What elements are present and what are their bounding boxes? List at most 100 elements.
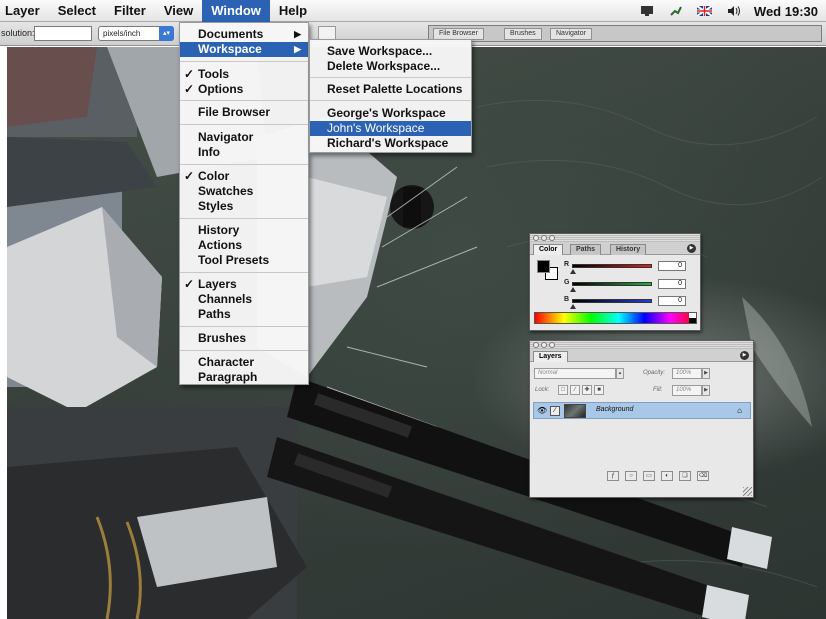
minimize-icon[interactable] xyxy=(541,235,547,241)
zoom-icon[interactable] xyxy=(549,235,555,241)
red-value-field[interactable]: 0 xyxy=(658,261,686,271)
new-layer-icon[interactable]: ❏ xyxy=(679,471,691,481)
adjustment-layer-icon[interactable]: ◐ xyxy=(661,471,673,481)
black-white-ramp[interactable] xyxy=(689,313,696,323)
blend-mode-select[interactable]: Normal xyxy=(534,368,616,379)
menu-clock[interactable]: Wed 19:30 xyxy=(754,4,818,19)
menu-item-options[interactable]: ✓ Options xyxy=(180,82,308,97)
menu-item-styles[interactable]: Styles xyxy=(180,199,308,214)
layer-thumbnail[interactable] xyxy=(564,404,586,418)
blue-slider-track[interactable] xyxy=(572,299,652,303)
color-spectrum-bar[interactable] xyxy=(534,312,697,324)
menu-window[interactable]: Window xyxy=(202,0,270,22)
menu-item-tool-presets[interactable]: Tool Presets xyxy=(180,253,308,268)
menu-item-color[interactable]: ✓ Color xyxy=(180,169,308,184)
menu-item-navigator[interactable]: Navigator xyxy=(180,130,308,145)
fill-arrow-icon[interactable]: ▶ xyxy=(702,385,710,396)
close-icon[interactable] xyxy=(533,342,539,348)
opacity-arrow-icon[interactable]: ▶ xyxy=(702,368,710,379)
resize-grip-icon[interactable] xyxy=(743,487,752,496)
layer-name[interactable]: Background xyxy=(596,406,633,413)
updown-arrows-icon[interactable]: ▴ xyxy=(616,368,624,379)
resolution-units-value: pixels/inch xyxy=(103,29,141,38)
menu-item-label: Documents xyxy=(198,27,264,41)
menu-item-paths[interactable]: Paths xyxy=(180,307,308,322)
menu-help[interactable]: Help xyxy=(270,0,316,22)
lock-brush-icon[interactable]: ∕ xyxy=(570,385,580,395)
lock-move-icon[interactable]: ✚ xyxy=(582,385,592,395)
palette-menu-arrow-icon[interactable]: ▶ xyxy=(687,244,696,253)
checkmark-icon: ✓ xyxy=(184,277,195,291)
opacity-field[interactable]: 100% xyxy=(672,368,702,379)
menu-item-save-workspace[interactable]: Save Workspace... xyxy=(310,44,471,59)
palette-menu-arrow-icon[interactable]: ▶ xyxy=(740,351,749,360)
zoom-icon[interactable] xyxy=(549,342,555,348)
red-slider-track[interactable] xyxy=(572,264,652,268)
modem-icon[interactable] xyxy=(667,4,685,18)
lock-icon: ⌂ xyxy=(737,406,742,415)
eye-icon[interactable]: 👁 xyxy=(537,406,547,415)
menu-item-workspace[interactable]: Workspace ▶ xyxy=(180,42,308,57)
resolution-units-select[interactable]: pixels/inch ▴▾ xyxy=(98,26,174,41)
menu-item-file-browser[interactable]: File Browser xyxy=(180,105,308,120)
brush-icon[interactable]: ∕ xyxy=(550,406,560,416)
menu-item-label: Layers xyxy=(198,277,237,291)
checkmark-icon: ✓ xyxy=(184,67,195,81)
menu-item-channels[interactable]: Channels xyxy=(180,292,308,307)
trash-icon[interactable]: ⌫ xyxy=(697,471,709,481)
layer-row-background[interactable]: 👁 ∕ Background ⌂ xyxy=(533,402,751,419)
menu-separator xyxy=(180,350,308,351)
green-value-field[interactable]: 0 xyxy=(658,279,686,289)
menu-item-delete-workspace[interactable]: Delete Workspace... xyxy=(310,59,471,74)
menu-item-reset-palette-locations[interactable]: Reset Palette Locations xyxy=(310,82,471,97)
menu-filter[interactable]: Filter xyxy=(105,0,155,22)
menu-item-layers[interactable]: ✓ Layers xyxy=(180,277,308,292)
red-slider-knob[interactable] xyxy=(570,269,576,274)
resolution-input[interactable] xyxy=(34,26,92,41)
flag-uk-icon[interactable] xyxy=(696,4,714,18)
menu-item-info[interactable]: Info xyxy=(180,145,308,160)
menu-item-brushes[interactable]: Brushes xyxy=(180,331,308,346)
lock-all-icon[interactable]: ■ xyxy=(594,385,604,395)
menu-item-swatches[interactable]: Swatches xyxy=(180,184,308,199)
menu-layer[interactable]: Layer xyxy=(0,0,49,22)
well-tab-brushes[interactable]: Brushes xyxy=(504,28,542,40)
foreground-color-swatch[interactable] xyxy=(537,260,550,273)
menu-separator xyxy=(310,100,471,101)
menu-item-paragraph[interactable]: Paragraph xyxy=(180,370,308,385)
menu-item-richards-workspace[interactable]: Richard's Workspace xyxy=(310,136,471,151)
close-icon[interactable] xyxy=(533,235,539,241)
lock-transparency-icon[interactable]: □ xyxy=(558,385,568,395)
fill-field[interactable]: 100% xyxy=(672,385,702,396)
menu-item-character[interactable]: Character xyxy=(180,355,308,370)
volume-icon[interactable] xyxy=(725,4,743,18)
well-tab-navigator[interactable]: Navigator xyxy=(550,28,592,40)
layer-set-icon[interactable]: ▭ xyxy=(643,471,655,481)
menu-item-tools[interactable]: ✓ Tools xyxy=(180,67,308,82)
window-menu: Documents ▶ Workspace ▶ ✓ Tools ✓ Option… xyxy=(179,22,309,385)
menu-item-actions[interactable]: Actions xyxy=(180,238,308,253)
palette-well: File Browser Brushes Navigator xyxy=(428,25,822,42)
minimize-icon[interactable] xyxy=(541,342,547,348)
menu-separator xyxy=(180,100,308,101)
menu-select[interactable]: Select xyxy=(49,0,105,22)
palette-titlebar[interactable] xyxy=(530,234,700,242)
palette-titlebar[interactable] xyxy=(530,341,753,349)
menu-separator xyxy=(180,326,308,327)
menu-item-documents[interactable]: Documents ▶ xyxy=(180,27,308,42)
green-slider-track[interactable] xyxy=(572,282,652,286)
layer-mask-icon[interactable]: ○ xyxy=(625,471,637,481)
menu-item-johns-workspace[interactable]: John's Workspace xyxy=(310,121,471,136)
blue-value-field[interactable]: 0 xyxy=(658,296,686,306)
tab-color[interactable]: Color xyxy=(533,244,564,255)
tab-layers[interactable]: Layers xyxy=(533,351,568,362)
menu-view[interactable]: View xyxy=(155,0,202,22)
layer-style-icon[interactable]: ƒ xyxy=(607,471,619,481)
display-icon[interactable] xyxy=(638,4,656,18)
menu-item-history[interactable]: History xyxy=(180,223,308,238)
green-slider-knob[interactable] xyxy=(570,287,576,292)
blue-slider-knob[interactable] xyxy=(570,304,576,309)
menu-item-georges-workspace[interactable]: George's Workspace xyxy=(310,106,471,121)
tab-paths[interactable]: Paths xyxy=(570,244,602,255)
tab-history[interactable]: History xyxy=(610,244,647,255)
